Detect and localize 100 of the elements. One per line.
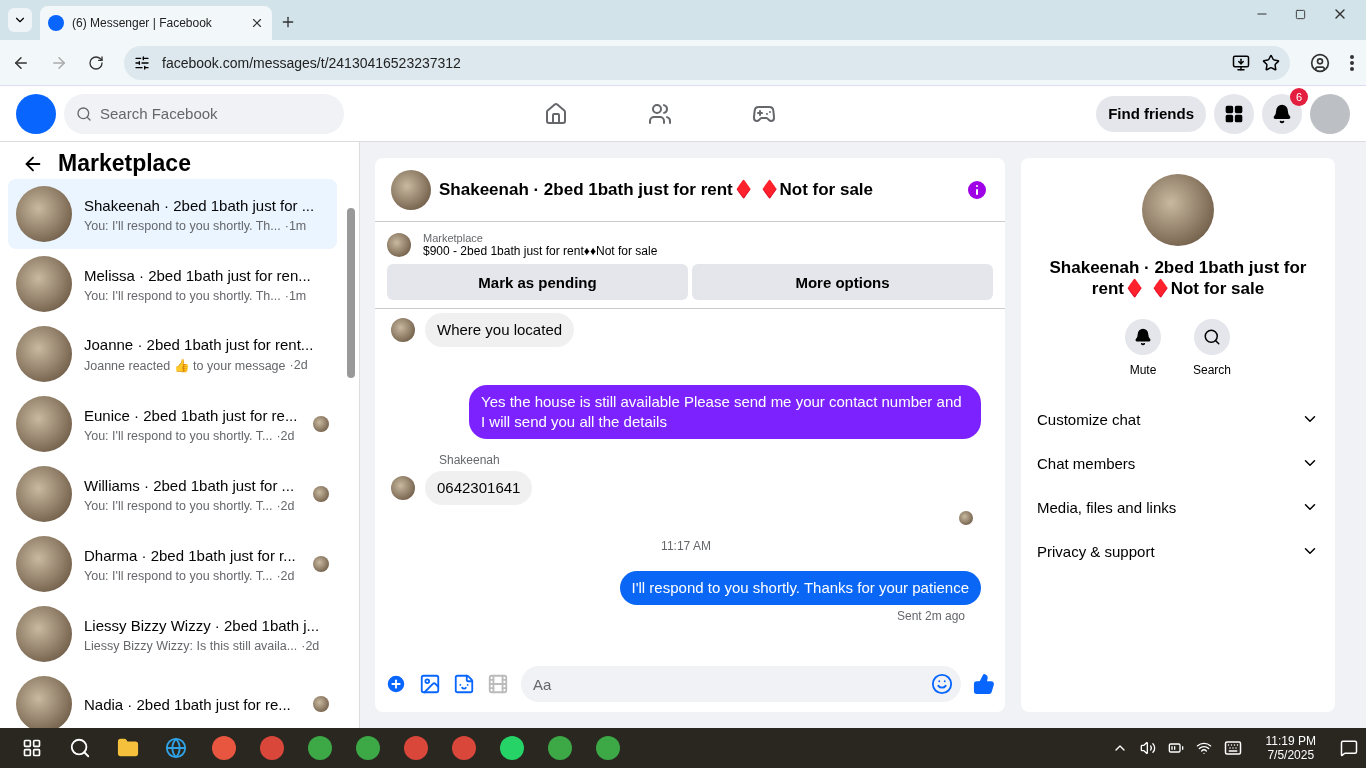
message-bubble: 0642301641 [425, 471, 533, 505]
conversation-title: Melissa · 2bed 1bath just for ren... [84, 265, 312, 285]
search-icon [76, 105, 92, 122]
new-tab-button[interactable] [280, 14, 296, 30]
emoji-icon[interactable] [931, 673, 953, 695]
notifications-button[interactable] [1262, 93, 1302, 134]
message-time: ·2d [289, 358, 308, 373]
home-icon[interactable] [544, 101, 568, 126]
chat-title: Shakeenah · 2bed 1bath just for rent♦ ♦Not for sale [439, 179, 875, 200]
image-icon[interactable] [419, 673, 441, 695]
search-icon [1203, 328, 1221, 346]
battery-icon[interactable] [1167, 740, 1184, 756]
restore-icon [1295, 8, 1306, 20]
listing-photo [16, 536, 72, 592]
message-time: ·2d [276, 568, 295, 583]
notifications-icon[interactable] [1340, 739, 1358, 757]
details-section[interactable]: Chat members [1037, 441, 1319, 485]
sticker-icon[interactable] [453, 673, 475, 695]
conversation-item[interactable]: Williams · 2bed 1bath just for ... You: I'll respond to you shortly. T... ·2d [8, 459, 337, 529]
friends-icon[interactable] [648, 101, 672, 126]
conversation-title: Nadia · 2bed 1bath just for re... [84, 694, 292, 714]
listing-photo [16, 676, 72, 728]
profile-button[interactable] [1310, 52, 1330, 73]
like-icon[interactable] [973, 673, 995, 695]
message-preview: Joanne reacted 👍 to your message [84, 358, 286, 373]
message-bubble: Where you located [425, 313, 575, 347]
keyboard-icon[interactable] [1223, 739, 1242, 757]
listing-title: $900 - 2bed 1bath just for rent♦♦Not for sale [423, 244, 658, 258]
listing-photo [16, 186, 72, 242]
listing-action-button[interactable]: Mark as pending [387, 264, 688, 300]
message-time: ·2d [301, 638, 320, 653]
message-time: ·2d [276, 498, 295, 513]
message-preview: Liessy Bizzy Wizzy: Is this still availa... [84, 638, 298, 653]
find-friends-button[interactable]: Find friends [1096, 95, 1206, 132]
grid-icon [1224, 103, 1244, 124]
bell-icon [1134, 328, 1152, 346]
message-input[interactable]: Aa [521, 666, 961, 702]
details-section[interactable]: Customize chat [1037, 397, 1319, 441]
listing-photo [387, 233, 411, 257]
sender-avatar [391, 476, 415, 500]
message-preview: You: I'll respond to you shortly. Th... [84, 288, 281, 303]
message-time: ·1m [284, 218, 307, 233]
message-time: ·1m [284, 288, 307, 303]
conversation-item[interactable]: Joanne · 2bed 1bath just for rent... Joanne reacted 👍 to your message ·2d [8, 319, 337, 389]
listing-photo [16, 606, 72, 662]
volume-icon[interactable] [1139, 740, 1156, 756]
seen-avatar [959, 511, 973, 525]
clock-date: 7/5/2025 [1267, 748, 1315, 762]
site-settings-icon[interactable] [134, 54, 150, 71]
address-bar[interactable]: facebook.com/messages/t/24130416523237312 [124, 45, 1290, 80]
listing-photo [16, 466, 72, 522]
browser-tab[interactable]: (6) Messenger | Facebook [40, 6, 272, 40]
conversation-title: Williams · 2bed 1bath just for ... [84, 475, 296, 495]
listing-photo [16, 396, 72, 452]
conversation-title: Eunice · 2bed 1bath just for re... [84, 405, 299, 425]
listing-photo [16, 256, 72, 312]
message-preview: You: I'll respond to you shortly. Th... [84, 218, 281, 233]
conversation-item[interactable]: Dharma · 2bed 1bath just for r... You: I'll respond to you shortly. T... ·2d [8, 529, 337, 599]
scrollbar-thumb[interactable] [347, 208, 355, 378]
conversation-item[interactable]: Eunice · 2bed 1bath just for re... You: I'll respond to you shortly. T... ·2d [8, 389, 337, 459]
message-timestamp: 11:17 AM [661, 539, 711, 553]
plus-icon [280, 14, 296, 30]
reload-button[interactable] [88, 54, 104, 71]
menu-button[interactable] [1350, 54, 1354, 71]
profile-icon [1310, 52, 1330, 73]
reload-icon [88, 54, 104, 71]
clock-time: 11:19 PM [1265, 734, 1316, 748]
conversation-item[interactable]: Melissa · 2bed 1bath just for ren... You: I'll respond to you shortly. Th... ·1m [8, 249, 337, 319]
menu-icon [1350, 54, 1354, 71]
sender-name: Shakeenah [439, 453, 500, 467]
message-bubble: I'll respond to you shortly. Thanks for your patience [619, 571, 981, 605]
bookmark-icon[interactable] [1262, 53, 1280, 72]
message-time: ·2d [276, 428, 295, 443]
listing-label: Marketplace [423, 232, 484, 244]
bell-icon [1272, 103, 1292, 124]
menu-grid-button[interactable] [1214, 93, 1254, 134]
wifi-icon[interactable] [1195, 740, 1212, 756]
conversation-item[interactable]: Shakeenah · 2bed 1bath just for ... You: I'll respond to you shortly. Th... ·1m [8, 179, 337, 249]
details-section[interactable]: Media, files and links [1037, 485, 1319, 529]
details-section[interactable]: Privacy & support [1037, 529, 1319, 573]
listing-photo [391, 169, 431, 210]
message-preview: You: I'll respond to you shortly. T... [84, 428, 273, 443]
listing-action-button[interactable]: More options [692, 264, 993, 300]
sender-avatar [391, 318, 415, 342]
message-preview: You: I'll respond to you shortly. T... [84, 568, 273, 583]
sidebar-title: Marketplace [58, 150, 191, 177]
message-preview: You: I'll respond to you shortly. T... [84, 498, 273, 513]
install-app-icon[interactable] [1232, 53, 1250, 72]
tab-list-button[interactable] [8, 8, 32, 32]
conversation-item[interactable]: Liessy Bizzy Wizzy · 2bed 1bath j... Liessy Bizzy Wizzy: Is this still availa... ·2d [8, 599, 337, 669]
conversation-title: Joanne · 2bed 1bath just for rent... [84, 335, 315, 354]
conversation-title: Liessy Bizzy Wizzy · 2bed 1bath j... [84, 615, 321, 635]
close-icon [250, 16, 264, 30]
conversation-title: Dharma · 2bed 1bath just for r... [84, 545, 297, 565]
tab-title: (6) Messenger | Facebook [72, 16, 213, 30]
message-bubble: Yes the house is still available Please send me your contact number and I will send you all the details [469, 385, 981, 439]
close-tab-button[interactable] [250, 16, 264, 30]
search-field[interactable]: Search Facebook [64, 93, 344, 134]
add-icon[interactable] [385, 673, 407, 695]
notification-badge: 6 [1290, 87, 1308, 106]
